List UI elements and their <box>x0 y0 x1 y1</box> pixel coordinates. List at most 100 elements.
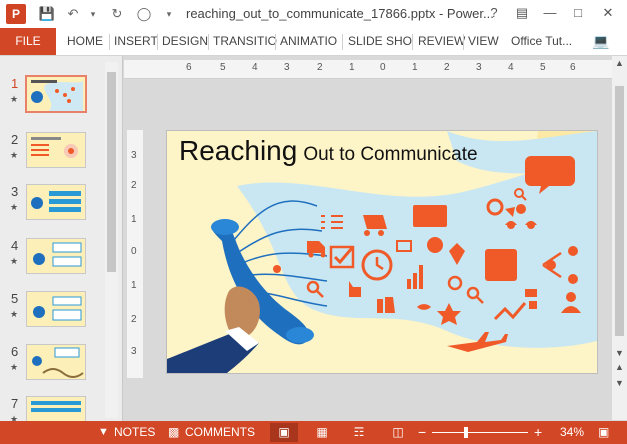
notes-button[interactable]: NOTES <box>114 421 155 444</box>
from-beginning-icon[interactable]: ◯ <box>135 5 153 23</box>
tab-view[interactable]: VIEW <box>468 28 499 55</box>
slide-number: 1 <box>11 76 19 91</box>
redo-icon[interactable]: ↻ <box>108 5 126 23</box>
tab-slide-show[interactable]: SLIDE SHO <box>348 28 412 55</box>
title-bar: P 💾 ↶ ▾ ↻ ◯ ▾ reaching_out_to_communicat… <box>0 0 627 28</box>
ruler-tick-label: 3 <box>131 346 137 357</box>
previous-slide-icon[interactable]: ▲ <box>615 362 624 372</box>
restore-button[interactable]: □ <box>568 4 588 22</box>
slide-thumbnail-1[interactable]: 1 ★ <box>0 75 110 116</box>
tab-divider <box>463 34 464 50</box>
ruler-tick-label: 0 <box>131 246 137 257</box>
thumbnail-scrollbar[interactable] <box>105 62 118 418</box>
tab-insert[interactable]: INSERT <box>114 28 158 55</box>
animation-star-icon: ★ <box>10 362 19 372</box>
close-button[interactable]: ✕ <box>598 4 618 22</box>
zoom-level[interactable]: 34% <box>560 421 584 444</box>
ruler-tick-label: 3 <box>476 62 482 73</box>
slide-preview <box>25 75 87 113</box>
ruler-tick-label: 1 <box>412 62 418 73</box>
zoom-slider-handle[interactable] <box>464 427 468 438</box>
tab-file[interactable]: FILE <box>0 28 56 55</box>
tab-animations[interactable]: ANIMATIO <box>280 28 337 55</box>
ruler-tick-label: 4 <box>252 62 258 73</box>
ruler-tick-label: 4 <box>508 62 514 73</box>
slide-number: 7 <box>11 396 19 411</box>
tab-design[interactable]: DESIGN <box>162 28 208 55</box>
slide-show-icon[interactable]: ◫ <box>384 423 412 442</box>
slide-artwork <box>167 131 597 373</box>
slide-thumbnail-6[interactable]: 6 ★ <box>0 344 110 384</box>
zoom-out-button[interactable]: − <box>418 421 426 444</box>
editor-scroll-thumb[interactable] <box>615 86 624 336</box>
ruler-tick-label: 2 <box>444 62 450 73</box>
slide-preview <box>26 238 86 274</box>
slide-preview <box>26 291 86 327</box>
comments-icon[interactable]: ▩ <box>168 421 179 444</box>
slide-preview <box>26 344 86 380</box>
save-icon[interactable]: 💾 <box>38 5 56 23</box>
scroll-down-icon[interactable]: ▼ <box>615 348 624 358</box>
account-icon[interactable]: 💻 <box>592 28 609 55</box>
normal-view-icon[interactable]: ▣ <box>270 423 298 442</box>
ruler-tick-label: 2 <box>131 314 137 325</box>
thumbnail-scroll-thumb[interactable] <box>107 72 116 272</box>
reading-view-icon[interactable]: ☶ <box>345 423 373 442</box>
ruler-tick-label: 2 <box>131 180 137 191</box>
ruler-tick-label: 5 <box>540 62 546 73</box>
slide-preview <box>26 132 86 168</box>
tab-divider <box>208 34 209 50</box>
tab-review[interactable]: REVIEW <box>418 28 465 55</box>
next-slide-icon[interactable]: ▼ <box>615 378 624 388</box>
animation-star-icon: ★ <box>10 150 19 160</box>
animation-star-icon: ★ <box>10 202 19 212</box>
slide-title-main: Reaching <box>179 135 298 166</box>
tab-divider <box>157 34 158 50</box>
ruler-tick-label: 1 <box>131 280 137 291</box>
ribbon-display-options-icon[interactable]: ▤ <box>512 4 532 22</box>
slide-title[interactable]: Reaching Out to Communicate <box>179 135 478 167</box>
slide-number: 3 <box>11 184 19 199</box>
powerpoint-logo-icon: P <box>6 4 26 24</box>
zoom-slider-track[interactable] <box>432 432 528 433</box>
vertical-ruler: 3 2 1 0 1 2 3 <box>127 130 143 378</box>
tab-home[interactable]: HOME <box>67 28 103 55</box>
slide-number: 5 <box>11 291 19 306</box>
comments-button[interactable]: COMMENTS <box>185 421 255 444</box>
account-name[interactable]: Office Tut... <box>511 28 572 55</box>
minimize-button[interactable]: — <box>540 4 560 22</box>
slide-thumbnail-pane: 1 ★ 2 ★ 3 ★ 4 ★ 5 ★ 6 ★ 7 ★ <box>0 56 123 432</box>
editor-vertical-scrollbar[interactable]: ▲ ▼ ▲ ▼ <box>612 56 627 420</box>
undo-dropdown-icon[interactable]: ▾ <box>84 5 102 23</box>
slide-title-rest: Out to Communicate <box>303 144 478 165</box>
status-bar: ▼ NOTES ▩ COMMENTS ▣ ▦ ☶ ◫ − + 34% ▣ <box>0 421 627 444</box>
ruler-tick-label: 1 <box>131 214 137 225</box>
tab-divider <box>342 34 343 50</box>
ruler-tick-label: 5 <box>220 62 226 73</box>
slide-sorter-icon[interactable]: ▦ <box>308 423 336 442</box>
slide-thumbnail-5[interactable]: 5 ★ <box>0 291 110 331</box>
slide-canvas[interactable]: Reaching Out to Communicate <box>166 130 598 374</box>
ruler-tick-label: 2 <box>317 62 323 73</box>
undo-icon[interactable]: ↶ <box>64 5 82 23</box>
ruler-tick-label: 3 <box>284 62 290 73</box>
zoom-in-button[interactable]: + <box>534 421 542 444</box>
ruler-tick-label: 6 <box>570 62 576 73</box>
animation-star-icon: ★ <box>10 256 19 266</box>
slide-thumbnail-4[interactable]: 4 ★ <box>0 238 110 278</box>
tab-divider <box>412 34 413 50</box>
slide-number: 4 <box>11 238 19 253</box>
slide-thumbnail-2[interactable]: 2 ★ <box>0 132 110 172</box>
slide-number: 6 <box>11 344 19 359</box>
help-button[interactable]: ? <box>484 4 504 22</box>
notes-icon[interactable]: ▼ <box>98 421 109 444</box>
tab-transitions[interactable]: TRANSITIO <box>213 28 277 55</box>
animation-star-icon: ★ <box>10 94 19 104</box>
slide-preview <box>26 184 86 220</box>
scroll-up-icon[interactable]: ▲ <box>615 58 624 68</box>
ribbon-tabs: FILE HOME INSERT DESIGN TRANSITIO ANIMAT… <box>0 28 627 56</box>
slide-thumbnail-3[interactable]: 3 ★ <box>0 184 110 224</box>
ruler-tick-label: 6 <box>186 62 192 73</box>
customize-quick-access-icon[interactable]: ▾ <box>160 5 178 23</box>
fit-slide-icon[interactable]: ▣ <box>598 421 609 444</box>
